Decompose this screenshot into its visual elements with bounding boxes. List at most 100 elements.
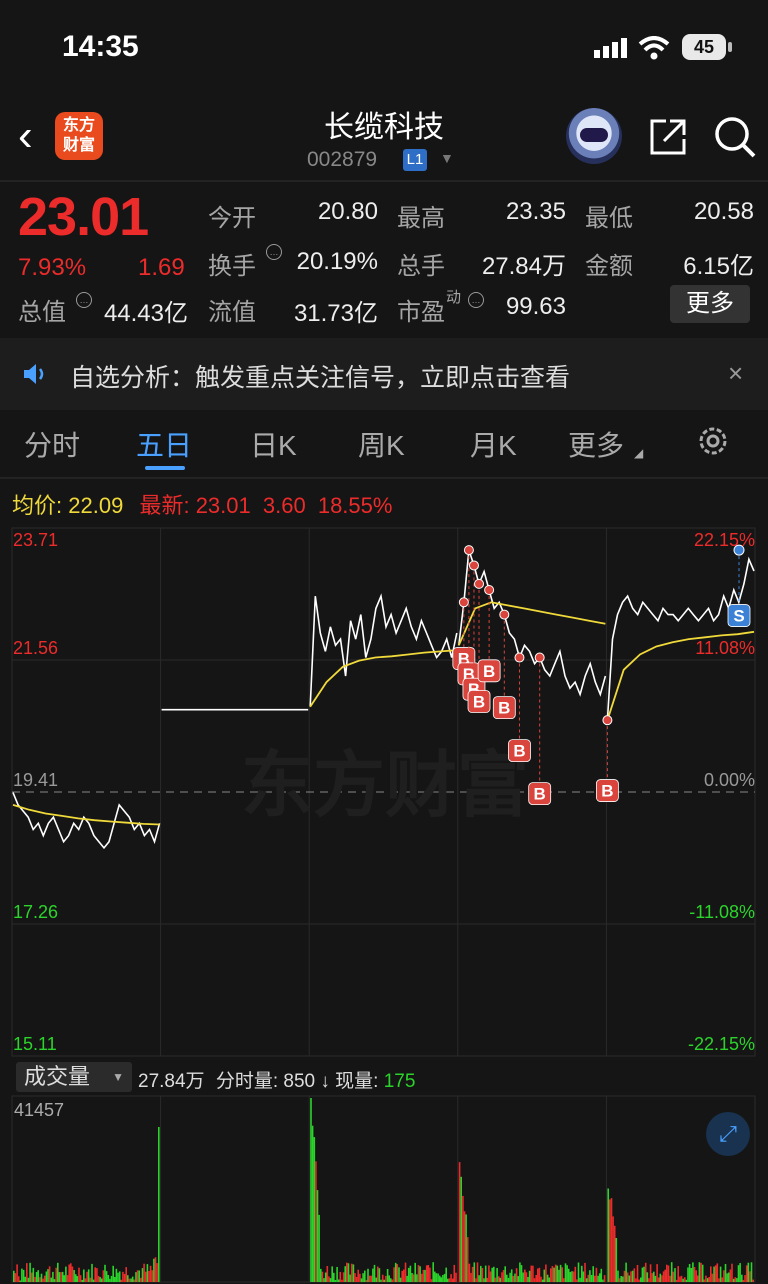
volume-bar: [548, 1277, 550, 1282]
volume-bar: [512, 1275, 515, 1282]
tab-active-indicator: [145, 466, 185, 470]
volume-bar: [434, 1271, 436, 1282]
volume-bar: [491, 1267, 493, 1282]
volume-bar: [592, 1266, 594, 1282]
volume-bar: [581, 1265, 583, 1282]
status-time: 14:35: [62, 30, 139, 63]
price-chart[interactable]: 东方财富 BBBBBBBB BS 23.71 22.15%21.56 11.08%19…: [0, 520, 768, 1060]
volume-bar: [32, 1267, 35, 1282]
notice-text[interactable]: 自选分析：触发重点关注信号，立即点击查看: [70, 358, 570, 394]
close-icon[interactable]: ×: [728, 358, 743, 389]
volume-bar: [468, 1263, 471, 1282]
volume-bar: [698, 1262, 701, 1282]
volume-bar: [357, 1269, 359, 1282]
volume-bar: [140, 1277, 142, 1282]
axis-right-label: 22.15%: [694, 530, 755, 550]
volume-bar: [641, 1267, 644, 1282]
volume-bar: [556, 1265, 559, 1282]
volume-bar: [118, 1271, 121, 1282]
share-icon[interactable]: [646, 115, 690, 159]
volume-bar: [74, 1274, 77, 1282]
volume-bar: [114, 1277, 116, 1282]
info-icon[interactable]: …: [468, 292, 484, 308]
search-icon[interactable]: [712, 114, 758, 160]
volume-bar: [373, 1264, 376, 1282]
volume-chart[interactable]: [0, 1094, 768, 1284]
tab-five-day[interactable]: 五日: [136, 424, 192, 464]
volume-bar: [638, 1279, 640, 1282]
buy-mark-dot: [458, 597, 469, 608]
axis-right-label: -11.08%: [689, 902, 755, 922]
robot-eyes: [580, 128, 608, 142]
tab-weekly-k[interactable]: 周K: [358, 424, 405, 464]
volume-bar: [52, 1271, 54, 1282]
volume-bar: [688, 1264, 691, 1282]
volume-bar: [53, 1279, 56, 1282]
axis-left-label: 23.71: [13, 530, 58, 550]
volume-bar: [460, 1176, 462, 1282]
volume-bar: [381, 1274, 384, 1282]
volume-bar: [724, 1264, 727, 1282]
volume-bar: [16, 1264, 18, 1282]
info-icon[interactable]: …: [76, 292, 92, 308]
volume-bar: [323, 1278, 325, 1282]
volume-bar: [445, 1267, 447, 1282]
tab-more[interactable]: 更多: [568, 424, 624, 464]
tab-daily-k[interactable]: 日K: [250, 424, 297, 464]
volume-bar: [488, 1265, 490, 1282]
volume-bar: [321, 1271, 324, 1282]
volume-bar: [337, 1279, 340, 1282]
volume-bar: [649, 1264, 652, 1282]
volume-bar: [553, 1267, 555, 1282]
volume-bar: [123, 1273, 126, 1282]
more-button[interactable]: 更多: [670, 285, 750, 323]
volume-bar: [65, 1266, 67, 1282]
volume-bar: [470, 1272, 472, 1282]
volume-bar: [749, 1271, 751, 1282]
volume-bar: [117, 1272, 119, 1282]
level-badge[interactable]: L1: [403, 149, 427, 171]
volume-bar: [497, 1276, 500, 1282]
volume-bar: [618, 1278, 621, 1282]
volume-bar: [747, 1262, 750, 1282]
volume-bar: [350, 1263, 353, 1282]
volume-bar: [502, 1270, 505, 1282]
volume-bar: [484, 1265, 487, 1282]
volume-bar: [409, 1265, 412, 1282]
expand-icon[interactable]: ⤢: [706, 1112, 750, 1156]
volume-bar: [610, 1198, 613, 1282]
volume-bar: [401, 1270, 403, 1282]
volume-bar: [666, 1264, 668, 1282]
volume-bar: [656, 1264, 658, 1282]
pe-dynamic-label: 动: [446, 289, 462, 306]
volume-bar: [324, 1272, 327, 1282]
volume-bar: [388, 1275, 390, 1282]
volume-bar: [677, 1266, 679, 1282]
volume-bar: [554, 1264, 557, 1282]
volume-bar: [101, 1278, 103, 1282]
info-icon[interactable]: …: [266, 244, 282, 260]
volume-bar: [551, 1266, 554, 1282]
volume-bar: [651, 1273, 653, 1282]
volume-bar: [391, 1279, 394, 1282]
volume-bar: [537, 1268, 539, 1282]
buy-mark-dot: [463, 545, 474, 556]
volume-bar: [383, 1279, 386, 1282]
tab-monthly-k[interactable]: 月K: [470, 424, 517, 464]
volume-bar: [507, 1277, 510, 1282]
axis-right-label: -22.15%: [688, 1034, 755, 1054]
tab-intraday[interactable]: 分时: [24, 424, 80, 464]
volume-bar: [520, 1265, 523, 1282]
volume-bar: [342, 1272, 345, 1282]
buy-mark-label: B: [513, 742, 525, 761]
volume-bar: [684, 1277, 686, 1282]
volume-selector[interactable]: 成交量 ▼: [16, 1062, 132, 1092]
volume-bar: [744, 1275, 746, 1282]
volume-bar: [138, 1270, 140, 1282]
gear-icon[interactable]: [696, 424, 730, 458]
chevron-down-icon[interactable]: ▼: [440, 150, 454, 166]
volume-bar: [517, 1276, 519, 1282]
volume-bar: [104, 1264, 106, 1282]
volume-bar: [576, 1279, 578, 1282]
volume-bar: [462, 1195, 464, 1282]
